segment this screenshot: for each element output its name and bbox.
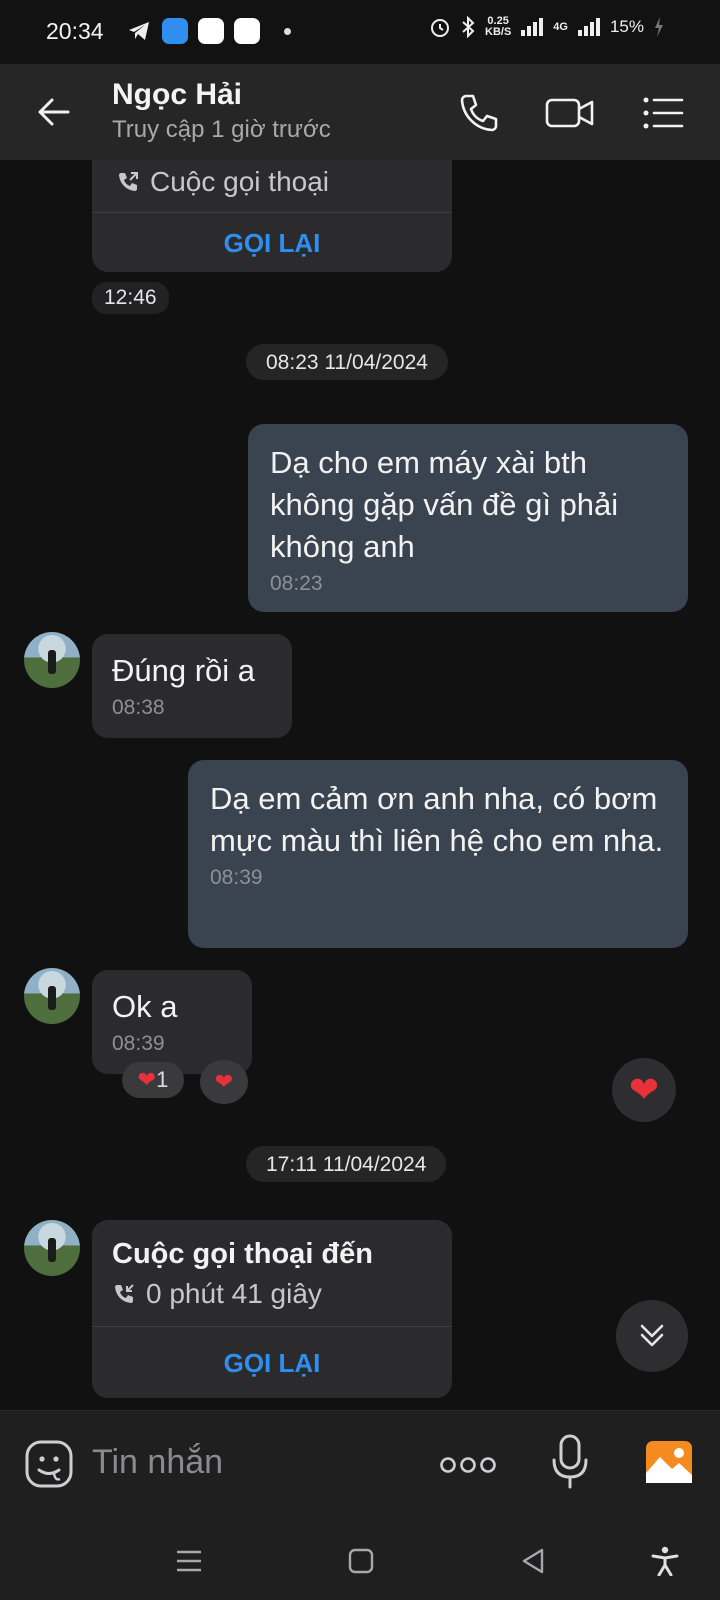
accessibility-icon[interactable] <box>650 1546 680 1576</box>
message-composer <box>0 1410 720 1520</box>
chat-header: Ngọc Hải Truy cập 1 giờ trước <box>0 64 720 160</box>
microphone-icon[interactable] <box>548 1433 592 1491</box>
battery-percent: 15% <box>609 17 644 36</box>
shopping-notification-icon <box>234 18 260 44</box>
alarm-icon <box>431 19 449 37</box>
outgoing-message-1[interactable]: Dạ cho em máy xài bth không gặp vấn đề g… <box>248 424 688 612</box>
home-icon[interactable] <box>346 1546 376 1576</box>
message-input[interactable] <box>92 1437 412 1487</box>
call-duration: 0 phút 41 giây <box>112 1278 322 1310</box>
bluetooth-icon <box>462 16 475 38</box>
last-seen-status: Truy cập 1 giờ trước <box>112 116 331 143</box>
heart-icon: ❤ <box>214 1069 234 1094</box>
notification-icons <box>126 18 291 44</box>
sticker-emoji-icon[interactable] <box>24 1439 74 1489</box>
back-nav-icon[interactable] <box>518 1546 548 1576</box>
contact-avatar[interactable] <box>24 1220 80 1276</box>
incoming-call-card: Cuộc gọi thoại đến 0 phút 41 giây GỌI LẠ… <box>92 1220 452 1398</box>
more-notifications-dot <box>284 27 291 35</box>
status-indicators: 0.25 KB/S 4G 15% <box>429 16 664 38</box>
double-chevron-down-icon <box>640 1324 664 1347</box>
more-options-icon[interactable] <box>440 1455 496 1475</box>
scroll-down-button[interactable] <box>616 1300 688 1372</box>
call-card-top: Cuộc gọi thoại GỌI LẠI <box>92 160 452 272</box>
voice-call-icon[interactable] <box>456 90 502 136</box>
react-heart-button[interactable]: ❤ <box>200 1060 248 1104</box>
message-list[interactable]: Cuộc gọi thoại GỌI LẠI 12:46 08:23 11/04… <box>0 160 720 1410</box>
network-type: 4G <box>553 21 568 33</box>
contact-avatar[interactable] <box>24 968 80 1024</box>
signal-icon-2 <box>577 18 600 36</box>
video-call-icon[interactable] <box>544 90 596 136</box>
charging-icon <box>655 17 663 37</box>
app-notification-icon <box>162 18 188 44</box>
reaction-summary[interactable]: ❤ 1 <box>122 1062 184 1098</box>
date-separator-2: 17:11 11/04/2024 <box>246 1146 447 1182</box>
date-separator-1: 08:23 11/04/2024 <box>246 344 448 380</box>
contact-name[interactable]: Ngọc Hải <box>112 78 242 112</box>
incoming-message-1[interactable]: Đúng rồi a 08:38 <box>92 634 292 738</box>
incoming-call-icon <box>115 1284 134 1303</box>
telegram-icon <box>129 22 149 40</box>
call-time-top: 12:46 <box>92 282 169 314</box>
call-back-button[interactable]: GỌI LẠI <box>92 1348 452 1379</box>
outgoing-call-icon <box>119 172 138 191</box>
call-back-button-top[interactable]: GỌI LẠI <box>92 228 452 259</box>
menu-list-icon[interactable] <box>640 90 686 136</box>
signal-icon <box>521 18 544 36</box>
outgoing-message-2[interactable]: Dạ em cảm ơn anh nha, có bơm mực màu thì… <box>188 760 688 948</box>
heart-icon: ❤ <box>628 1069 660 1110</box>
system-navigation-bar <box>0 1520 720 1600</box>
recent-apps-icon[interactable] <box>174 1546 204 1576</box>
incoming-message-2[interactable]: Ok a 08:39 <box>92 970 252 1074</box>
call-title: Cuộc gọi thoại đến <box>112 1238 373 1270</box>
photos-notification-icon <box>198 18 224 44</box>
call-type: Cuộc gọi thoại <box>116 166 329 198</box>
image-gallery-icon[interactable] <box>644 1439 694 1485</box>
heart-icon: ❤ <box>137 1067 157 1092</box>
contact-avatar[interactable] <box>24 632 80 688</box>
status-time: 20:34 <box>46 18 104 44</box>
network-speed: 0.25 KB/S <box>485 15 512 38</box>
back-arrow-icon[interactable] <box>36 94 72 130</box>
quick-heart-button[interactable]: ❤ <box>612 1058 676 1122</box>
status-bar: 20:34 0.25 KB/S 4G 15% <box>0 0 720 64</box>
